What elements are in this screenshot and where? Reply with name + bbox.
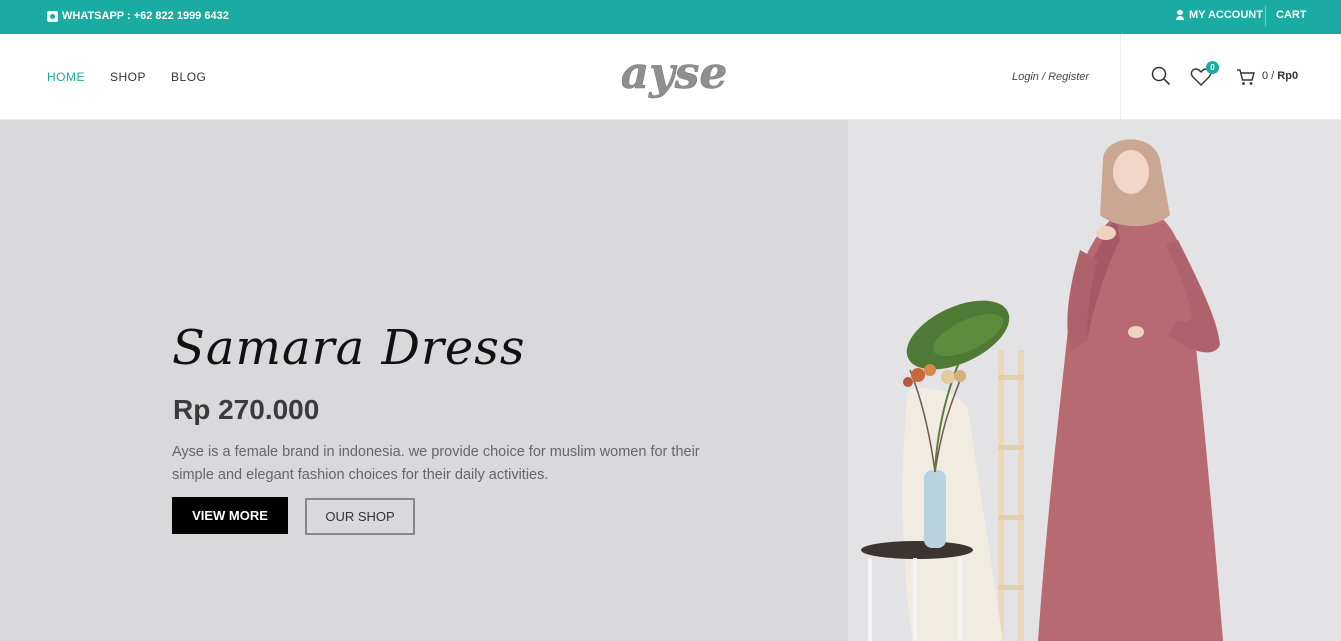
view-more-button[interactable]: VIEW MORE [172, 497, 288, 534]
draped-cloth [902, 388, 1003, 641]
topbar-divider [1265, 6, 1266, 26]
whatsapp-text: WHATSAPP : +62 822 1999 6432 [62, 10, 229, 22]
login-register-link[interactable]: Login / Register [1012, 71, 1089, 83]
hero-slider: Samara Dress Rp 270.000 Ayse is a female… [0, 120, 1341, 641]
cart-total[interactable]: 0 / Rp0 [1262, 70, 1298, 82]
our-shop-button[interactable]: OUR SHOP [305, 498, 415, 535]
my-account-link[interactable]: MY ACCOUNT [1176, 9, 1263, 21]
nav-home[interactable]: HOME [47, 70, 85, 84]
ladder-rail-right [998, 350, 1004, 641]
user-icon [1176, 10, 1184, 20]
hero-description: Ayse is a female brand in indonesia. we … [172, 444, 700, 483]
top-bar: WHATSAPP : +62 822 1999 6432 MY ACCOUNT … [0, 0, 1341, 34]
cart-icon[interactable] [1236, 67, 1256, 87]
stool-top [861, 541, 973, 559]
header-separator [1120, 34, 1121, 120]
search-icon[interactable] [1151, 66, 1171, 86]
whatsapp-contact[interactable]: WHATSAPP : +62 822 1999 6432 [47, 10, 229, 22]
my-account-label: MY ACCOUNT [1189, 9, 1263, 21]
wishlist-count-badge: 0 [1206, 61, 1219, 74]
model-face [1113, 150, 1149, 194]
hero-price: Rp 270.000 [173, 394, 320, 425]
cart-amount: Rp0 [1277, 70, 1299, 82]
nav-blog[interactable]: BLOG [171, 70, 206, 84]
nav-shop[interactable]: SHOP [110, 70, 146, 84]
cart-count: 0 / [1262, 70, 1275, 82]
main-header: HOME SHOP BLOG ayse Login / Register 0 0… [0, 34, 1341, 120]
vase [924, 470, 946, 548]
phone-icon [47, 10, 58, 22]
hero-title: Samara Dress [172, 320, 526, 376]
cart-link[interactable]: CART [1276, 9, 1307, 21]
brand-logo[interactable]: ayse [622, 46, 726, 106]
ladder-rail-left [1018, 350, 1024, 641]
hero-product-photo [861, 139, 1223, 641]
main-nav: HOME SHOP BLOG [47, 70, 206, 84]
logo-text: ayse [622, 48, 726, 99]
